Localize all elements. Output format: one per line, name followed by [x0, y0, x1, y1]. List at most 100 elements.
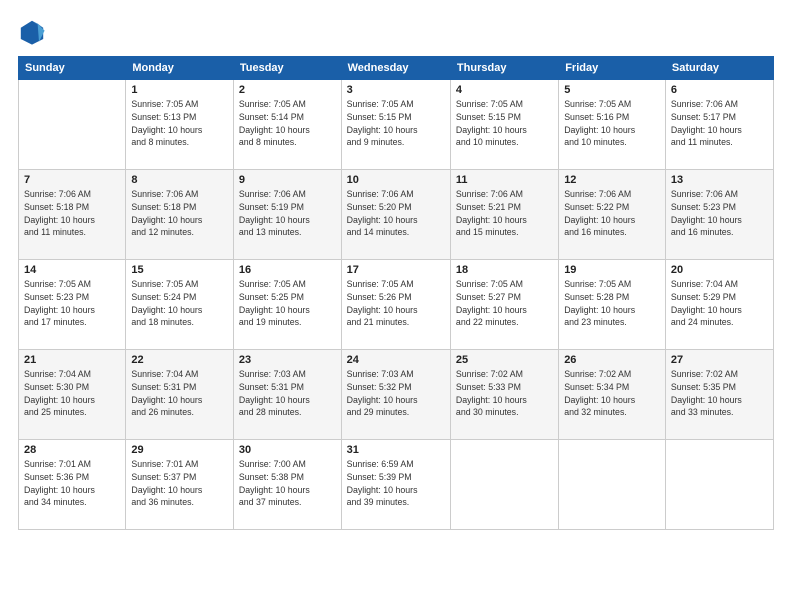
- day-number: 18: [456, 264, 553, 276]
- calendar-cell: [19, 80, 126, 170]
- day-number: 9: [239, 174, 336, 186]
- day-info: Sunrise: 7:06 AM Sunset: 5:19 PM Dayligh…: [239, 188, 336, 239]
- day-number: 10: [347, 174, 445, 186]
- day-info: Sunrise: 7:05 AM Sunset: 5:14 PM Dayligh…: [239, 98, 336, 149]
- day-info: Sunrise: 7:05 AM Sunset: 5:23 PM Dayligh…: [24, 278, 120, 329]
- day-number: 21: [24, 354, 120, 366]
- calendar-cell: 3Sunrise: 7:05 AM Sunset: 5:15 PM Daylig…: [341, 80, 450, 170]
- day-info: Sunrise: 6:59 AM Sunset: 5:39 PM Dayligh…: [347, 458, 445, 509]
- calendar-cell: 8 Sunrise: 7:06 AM Sunset: 5:18 PM Daylig…: [126, 170, 234, 260]
- calendar-cell: 7Sunrise: 7:06 AM Sunset: 5:18 PM Daylig…: [19, 170, 126, 260]
- logo: [18, 18, 50, 46]
- calendar-cell: 2Sunrise: 7:05 AM Sunset: 5:14 PM Daylig…: [233, 80, 341, 170]
- calendar-cell: 26 Sunrise: 7:02 AM Sunset: 5:34 PM Dayli…: [559, 350, 666, 440]
- calendar-cell: 22 Sunrise: 7:04 AM Sunset: 5:31 PM Dayli…: [126, 350, 234, 440]
- day-info: Sunrise: 7:04 AM Sunset: 5:29 PM Dayligh…: [671, 278, 768, 329]
- calendar-cell: 10Sunrise: 7:06 AM Sunset: 5:20 PM Dayli…: [341, 170, 450, 260]
- calendar-week-row: 28 Sunrise: 7:01 AM Sunset: 5:36 PM Dayli…: [19, 440, 774, 530]
- calendar-cell: 24Sunrise: 7:03 AM Sunset: 5:32 PM Dayli…: [341, 350, 450, 440]
- calendar-cell: 20 Sunrise: 7:04 AM Sunset: 5:29 PM Dayli…: [665, 260, 773, 350]
- calendar-cell: 13 Sunrise: 7:06 AM Sunset: 5:23 PM Dayli…: [665, 170, 773, 260]
- day-number: 30: [239, 444, 336, 456]
- day-info: Sunrise: 7:06 AM Sunset: 5:18 PM Dayligh…: [131, 188, 228, 239]
- day-info: Sunrise: 7:05 AM Sunset: 5:15 PM Dayligh…: [456, 98, 553, 149]
- weekday-header-monday: Monday: [126, 57, 234, 80]
- day-number: 27: [671, 354, 768, 366]
- logo-icon: [18, 18, 46, 46]
- day-info: Sunrise: 7:05 AM Sunset: 5:27 PM Dayligh…: [456, 278, 553, 329]
- calendar-cell: 15Sunrise: 7:05 AM Sunset: 5:24 PM Dayli…: [126, 260, 234, 350]
- calendar-cell: 6 Sunrise: 7:06 AM Sunset: 5:17 PM Daylig…: [665, 80, 773, 170]
- day-info: Sunrise: 7:03 AM Sunset: 5:31 PM Dayligh…: [239, 368, 336, 419]
- calendar-cell: 5 Sunrise: 7:05 AM Sunset: 5:16 PM Daylig…: [559, 80, 666, 170]
- day-number: 25: [456, 354, 553, 366]
- day-info: Sunrise: 7:05 AM Sunset: 5:16 PM Dayligh…: [564, 98, 660, 149]
- day-number: 31: [347, 444, 445, 456]
- calendar-cell: 23 Sunrise: 7:03 AM Sunset: 5:31 PM Dayli…: [233, 350, 341, 440]
- day-number: 12: [564, 174, 660, 186]
- calendar-week-row: 7 Sunrise: 7:06 AM Sunset: 5:18 PM Daylig…: [19, 170, 774, 260]
- calendar-cell: 21 Sunrise: 7:04 AM Sunset: 5:30 PM Dayli…: [19, 350, 126, 440]
- calendar-cell: 29 Sunrise: 7:01 AM Sunset: 5:37 PM Dayli…: [126, 440, 234, 530]
- day-number: 14: [24, 264, 120, 276]
- day-info: Sunrise: 7:02 AM Sunset: 5:33 PM Dayligh…: [456, 368, 553, 419]
- day-number: 17: [347, 264, 445, 276]
- day-number: 19: [564, 264, 660, 276]
- day-number: 13: [671, 174, 768, 186]
- day-number: 8: [131, 174, 228, 186]
- day-number: 20: [671, 264, 768, 276]
- calendar-week-row: 1 Sunrise: 7:05 AM Sunset: 5:13 PM Daylig…: [19, 80, 774, 170]
- day-info: Sunrise: 7:04 AM Sunset: 5:31 PM Dayligh…: [131, 368, 228, 419]
- day-number: 29: [131, 444, 228, 456]
- day-info: Sunrise: 7:05 AM Sunset: 5:13 PM Dayligh…: [131, 98, 228, 149]
- day-number: 28: [24, 444, 120, 456]
- calendar-cell: 1 Sunrise: 7:05 AM Sunset: 5:13 PM Daylig…: [126, 80, 234, 170]
- calendar-cell: 28 Sunrise: 7:01 AM Sunset: 5:36 PM Dayli…: [19, 440, 126, 530]
- calendar-cell: [450, 440, 558, 530]
- calendar-cell: [559, 440, 666, 530]
- calendar-cell: 17 Sunrise: 7:05 AM Sunset: 5:26 PM Dayli…: [341, 260, 450, 350]
- day-number: 15: [131, 264, 228, 276]
- calendar-cell: [665, 440, 773, 530]
- calendar-cell: 18 Sunrise: 7:05 AM Sunset: 5:27 PM Dayli…: [450, 260, 558, 350]
- header: [18, 18, 774, 46]
- calendar-cell: 9 Sunrise: 7:06 AM Sunset: 5:19 PM Daylig…: [233, 170, 341, 260]
- day-info: Sunrise: 7:06 AM Sunset: 5:22 PM Dayligh…: [564, 188, 660, 239]
- calendar-cell: 27 Sunrise: 7:02 AM Sunset: 5:35 PM Dayli…: [665, 350, 773, 440]
- day-number: 11: [456, 174, 553, 186]
- calendar-cell: 14 Sunrise: 7:05 AM Sunset: 5:23 PM Dayli…: [19, 260, 126, 350]
- weekday-header-wednesday: Wednesday: [341, 57, 450, 80]
- calendar-cell: 16 Sunrise: 7:05 AM Sunset: 5:25 PM Dayli…: [233, 260, 341, 350]
- day-number: 16: [239, 264, 336, 276]
- weekday-header-friday: Friday: [559, 57, 666, 80]
- day-number: 3: [347, 84, 445, 96]
- day-info: Sunrise: 7:06 AM Sunset: 5:17 PM Dayligh…: [671, 98, 768, 149]
- day-info: Sunrise: 7:01 AM Sunset: 5:37 PM Dayligh…: [131, 458, 228, 509]
- day-info: Sunrise: 7:06 AM Sunset: 5:23 PM Dayligh…: [671, 188, 768, 239]
- weekday-header-thursday: Thursday: [450, 57, 558, 80]
- day-info: Sunrise: 7:00 AM Sunset: 5:38 PM Dayligh…: [239, 458, 336, 509]
- calendar-cell: 31 Sunrise: 6:59 AM Sunset: 5:39 PM Dayli…: [341, 440, 450, 530]
- day-number: 7: [24, 174, 120, 186]
- calendar-cell: 11Sunrise: 7:06 AM Sunset: 5:21 PM Dayli…: [450, 170, 558, 260]
- calendar-week-row: 14 Sunrise: 7:05 AM Sunset: 5:23 PM Dayli…: [19, 260, 774, 350]
- day-info: Sunrise: 7:02 AM Sunset: 5:34 PM Dayligh…: [564, 368, 660, 419]
- day-number: 24: [347, 354, 445, 366]
- day-number: 23: [239, 354, 336, 366]
- day-number: 1: [131, 84, 228, 96]
- day-info: Sunrise: 7:05 AM Sunset: 5:26 PM Dayligh…: [347, 278, 445, 329]
- day-info: Sunrise: 7:05 AM Sunset: 5:25 PM Dayligh…: [239, 278, 336, 329]
- weekday-header-saturday: Saturday: [665, 57, 773, 80]
- calendar-header-row: SundayMondayTuesdayWednesdayThursdayFrid…: [19, 57, 774, 80]
- day-number: 4: [456, 84, 553, 96]
- calendar-cell: 4 Sunrise: 7:05 AM Sunset: 5:15 PM Daylig…: [450, 80, 558, 170]
- day-info: Sunrise: 7:04 AM Sunset: 5:30 PM Dayligh…: [24, 368, 120, 419]
- day-number: 26: [564, 354, 660, 366]
- day-number: 6: [671, 84, 768, 96]
- page: SundayMondayTuesdayWednesdayThursdayFrid…: [0, 0, 792, 612]
- day-info: Sunrise: 7:01 AM Sunset: 5:36 PM Dayligh…: [24, 458, 120, 509]
- day-info: Sunrise: 7:02 AM Sunset: 5:35 PM Dayligh…: [671, 368, 768, 419]
- day-number: 22: [131, 354, 228, 366]
- calendar-cell: 25 Sunrise: 7:02 AM Sunset: 5:33 PM Dayli…: [450, 350, 558, 440]
- day-number: 5: [564, 84, 660, 96]
